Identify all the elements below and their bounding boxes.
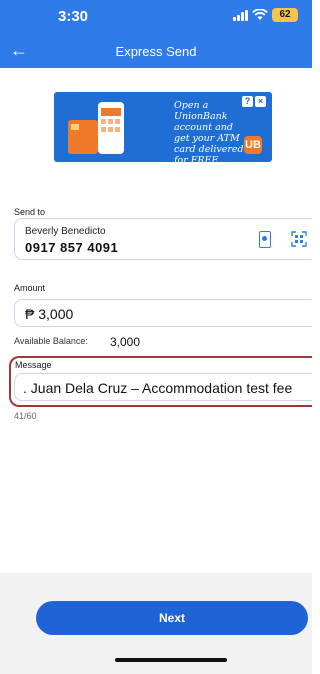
nav-bar: ← Express Send — [0, 36, 312, 68]
message-counter: 41/60 — [14, 411, 37, 421]
message-value: . Juan Dela Cruz – Accommodation test fe… — [23, 380, 293, 396]
message-label: Message — [15, 360, 52, 370]
signal-icon — [233, 9, 248, 21]
send-to-label: Send to — [14, 207, 46, 217]
message-field[interactable]: . Juan Dela Cruz – Accommodation test fe… — [14, 373, 312, 401]
home-indicator — [115, 658, 227, 662]
status-icons: 62 — [233, 8, 298, 22]
app-header: 3:30 62 ← Express Send — [0, 0, 312, 68]
send-to-field[interactable]: Beverly Benedicto 0917 857 4091 — [14, 218, 312, 260]
status-bar: 3:30 62 — [0, 0, 312, 36]
promo-banner[interactable]: Open a UnionBank account and get your AT… — [54, 92, 272, 162]
amount-value: ₱ 3,000 — [25, 306, 74, 322]
balance-label: Available Balance: — [14, 336, 88, 346]
qr-scan-icon[interactable] — [291, 231, 307, 247]
balance-value: 3,000 — [110, 335, 141, 349]
banner-text: Open a UnionBank account and get your AT… — [174, 100, 244, 162]
phone-card-illustration — [68, 102, 124, 154]
wifi-icon — [252, 9, 268, 20]
recipient-number: 0917 857 4091 — [25, 240, 119, 255]
battery-icon: 62 — [272, 8, 298, 22]
amount-field[interactable]: ₱ 3,000 — [14, 299, 312, 327]
amount-label: Amount — [14, 283, 46, 293]
page-title: Express Send — [115, 44, 197, 59]
status-time: 3:30 — [58, 8, 89, 25]
unionbank-logo: UB — [244, 136, 262, 154]
recipient-name: Beverly Benedicto — [25, 226, 106, 237]
contacts-icon[interactable] — [259, 231, 271, 248]
next-button[interactable]: Next — [36, 601, 308, 635]
ad-choices-icon[interactable]: ? × — [242, 96, 266, 107]
